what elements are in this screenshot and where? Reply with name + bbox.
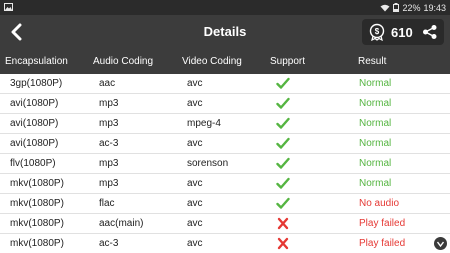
cell-result: No audio xyxy=(359,198,400,209)
table-header: Encapsulation Audio Coding Video Coding … xyxy=(0,49,450,74)
share-button[interactable] xyxy=(422,24,438,40)
cell-video-coding: avc xyxy=(187,138,203,149)
cell-result: Play failed xyxy=(359,238,406,249)
table-row: mkv(1080P) ac-3 avc Play failed xyxy=(0,234,450,253)
cell-result: Normal xyxy=(359,118,392,129)
cell-encapsulation: avi(1080P) xyxy=(10,138,59,149)
cell-encapsulation: 3gp(1080P) xyxy=(10,78,63,89)
check-icon xyxy=(276,197,290,209)
header-encapsulation: Encapsulation xyxy=(5,56,68,67)
cell-video-coding: mpeg-4 xyxy=(187,118,221,129)
cell-audio-coding: aac xyxy=(99,78,116,89)
cross-icon xyxy=(277,217,289,230)
coin-icon: $ xyxy=(369,23,385,41)
check-icon xyxy=(276,177,290,189)
check-icon xyxy=(276,77,290,89)
scroll-down-button[interactable] xyxy=(434,237,447,250)
cell-video-coding: avc xyxy=(187,198,203,209)
cell-encapsulation: mkv(1080P) xyxy=(10,198,64,209)
cell-audio-coding: mp3 xyxy=(99,118,119,129)
cell-video-coding: avc xyxy=(187,178,203,189)
table-row: avi(1080P) ac-3 avc Normal xyxy=(0,134,450,154)
cell-result: Play failed xyxy=(359,218,406,229)
cell-result: Normal xyxy=(359,178,392,189)
cell-support xyxy=(276,237,290,253)
cell-audio-coding: mp3 xyxy=(99,98,119,109)
header-audio-coding: Audio Coding xyxy=(93,56,154,67)
cell-encapsulation: mkv(1080P) xyxy=(10,218,64,229)
header-video-coding: Video Coding xyxy=(182,56,242,67)
check-icon xyxy=(276,97,290,109)
coin-badge[interactable]: $ 610 xyxy=(362,19,444,45)
cell-encapsulation: flv(1080P) xyxy=(10,158,56,169)
cell-video-coding: sorenson xyxy=(187,158,229,169)
cell-encapsulation: mkv(1080P) xyxy=(10,238,64,249)
table-row: avi(1080P) mp3 mpeg-4 Normal xyxy=(0,114,450,134)
check-icon xyxy=(276,117,290,129)
check-icon xyxy=(276,157,290,169)
scroll-down-icon xyxy=(437,241,444,247)
cell-video-coding: avc xyxy=(187,98,203,109)
cell-encapsulation: mkv(1080P) xyxy=(10,178,64,189)
cell-audio-coding: flac xyxy=(99,198,115,209)
header-result: Result xyxy=(358,56,387,67)
app-bar: Details $ 610 xyxy=(0,15,450,49)
cell-video-coding: avc xyxy=(187,218,203,229)
cell-result: Normal xyxy=(359,78,392,89)
cell-encapsulation: avi(1080P) xyxy=(10,118,59,129)
cross-icon xyxy=(277,237,289,250)
cell-video-coding: avc xyxy=(187,238,203,249)
svg-text:$: $ xyxy=(375,27,380,36)
cell-result: Normal xyxy=(359,138,392,149)
table-row: mkv(1080P) aac(main) avc Play failed xyxy=(0,214,450,234)
table-row: 3gp(1080P) aac avc Normal xyxy=(0,74,450,94)
table-row: flv(1080P) mp3 sorenson Normal xyxy=(0,154,450,174)
header-support: Support xyxy=(270,56,306,67)
wifi-icon xyxy=(380,4,390,11)
clock: 19:43 xyxy=(423,2,446,13)
check-icon xyxy=(276,137,290,149)
share-icon xyxy=(422,25,437,39)
cell-result: Normal xyxy=(359,98,392,109)
status-bar: 22% 19:43 xyxy=(0,0,450,15)
cell-audio-coding: mp3 xyxy=(99,178,119,189)
cell-audio-coding: ac-3 xyxy=(99,238,119,249)
table-row: mkv(1080P) mp3 avc Normal xyxy=(0,174,450,194)
battery-percent: 22% xyxy=(402,2,421,13)
image-icon xyxy=(4,3,13,11)
cell-audio-coding: aac(main) xyxy=(99,218,144,229)
coin-count: 610 xyxy=(391,24,413,40)
table-row: avi(1080P) mp3 avc Normal xyxy=(0,94,450,114)
cell-audio-coding: mp3 xyxy=(99,158,119,169)
table-row: mkv(1080P) flac avc No audio xyxy=(0,194,450,214)
results-table: 3gp(1080P) aac avc Normal avi(1080P) mp3 avc No… xyxy=(0,74,450,253)
cell-encapsulation: avi(1080P) xyxy=(10,98,59,109)
cell-result: Normal xyxy=(359,158,392,169)
cell-audio-coding: ac-3 xyxy=(99,138,119,149)
battery-icon xyxy=(393,3,400,12)
cell-video-coding: avc xyxy=(187,78,203,89)
